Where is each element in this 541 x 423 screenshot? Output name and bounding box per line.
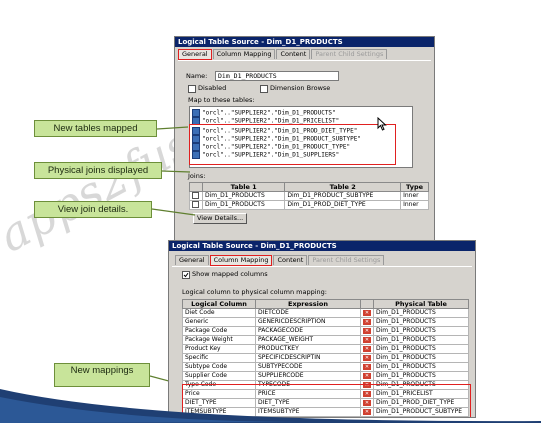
callout-view-join-details: View join details. bbox=[34, 201, 152, 218]
table-row[interactable]: Diet Code DIETCODE ✕ Dim_D1_PRODUCTS bbox=[182, 308, 469, 318]
table-row[interactable]: Specific SPECIFICDESCRIPTIN ✕ Dim_D1_PRODUC… bbox=[182, 353, 469, 363]
physical-table-cell: Dim_D1_PRODUCTS bbox=[373, 326, 469, 336]
callout-new-tables-mapped: New tables mapped bbox=[34, 120, 157, 137]
delete-cell: ✕ bbox=[360, 308, 374, 318]
physical-table-cell: Dim_D1_PRODUCTS bbox=[373, 308, 469, 318]
expression-cell: PACKAGECODE bbox=[255, 326, 361, 336]
logical-column-cell: Subtype Code bbox=[182, 362, 256, 372]
show-mapped-checkbox[interactable] bbox=[182, 271, 190, 279]
mapping-header-row: Logical Column Expression Physical Table bbox=[182, 299, 469, 309]
tab-general[interactable]: General bbox=[175, 255, 209, 265]
expression-cell: PRODUCTKEY bbox=[255, 344, 361, 354]
delete-cell: ✕ bbox=[360, 344, 374, 354]
expression-cell: SUBTYPECODE bbox=[255, 362, 361, 372]
table-row[interactable]: Generic GENERICDESCRIPTION ✕ Dim_D1_PRODUCT… bbox=[182, 317, 469, 327]
logical-column-cell: Supplier Code bbox=[182, 371, 256, 381]
tab-content[interactable]: Content bbox=[273, 255, 308, 265]
mapping-label: Logical column to physical column mappin… bbox=[182, 288, 327, 296]
physical-table-cell: Dim_D1_PRODUCTS bbox=[373, 353, 469, 363]
delete-mapping-icon[interactable]: ✕ bbox=[363, 363, 371, 370]
delete-cell: ✕ bbox=[360, 362, 374, 372]
tab-column-mapping[interactable]: Column Mapping bbox=[209, 255, 273, 266]
mapping-header[interactable]: Physical Table bbox=[373, 299, 469, 309]
delete-cell: ✕ bbox=[360, 317, 374, 327]
decorative-swoosh bbox=[0, 389, 541, 423]
bottom-tab-strip: General Column Mapping Content Parent Ch… bbox=[175, 255, 385, 266]
delete-mapping-icon[interactable]: ✕ bbox=[363, 318, 371, 325]
expression-cell: SUPPLIERCODE bbox=[255, 371, 361, 381]
table-row[interactable]: Subtype Code SUBTYPECODE ✕ Dim_D1_PRODUCTS bbox=[182, 362, 469, 372]
delete-mapping-icon[interactable]: ✕ bbox=[363, 336, 371, 343]
logical-column-cell: Generic bbox=[182, 317, 256, 327]
mapping-header[interactable]: Expression bbox=[255, 299, 361, 309]
expression-cell: DIETCODE bbox=[255, 308, 361, 318]
logical-column-cell: Diet Code bbox=[182, 308, 256, 318]
expression-cell: PACKAGE_WEIGHT bbox=[255, 335, 361, 345]
tab-parent-child-settings[interactable]: Parent Child Settings bbox=[308, 255, 385, 265]
table-row[interactable]: Supplier Code SUPPLIERCODE ✕ Dim_D1_PRODUCT… bbox=[182, 371, 469, 381]
check-icon bbox=[183, 272, 189, 278]
logical-column-cell: Package Weight bbox=[182, 335, 256, 345]
physical-table-cell: Dim_D1_PRODUCTS bbox=[373, 335, 469, 345]
physical-table-cell: Dim_D1_PRODUCTS bbox=[373, 317, 469, 327]
physical-table-cell: Dim_D1_PRODUCTS bbox=[373, 371, 469, 381]
logical-column-cell: Specific bbox=[182, 353, 256, 363]
table-row[interactable]: Product Key PRODUCTKEY ✕ Dim_D1_PRODUCTS bbox=[182, 344, 469, 354]
mapping-header[interactable]: Logical Column bbox=[182, 299, 256, 309]
bottom-window-title: Logical Table Source - Dim_D1_PRODUCTS bbox=[169, 241, 475, 251]
delete-mapping-icon[interactable]: ✕ bbox=[363, 345, 371, 352]
table-row[interactable]: Package Code PACKAGECODE ✕ Dim_D1_PRODUCTS bbox=[182, 326, 469, 336]
logical-column-cell: Package Code bbox=[182, 326, 256, 336]
delete-mapping-icon[interactable]: ✕ bbox=[363, 372, 371, 379]
callout-physical-joins: Physical joins displayed bbox=[34, 162, 162, 179]
delete-mapping-icon[interactable]: ✕ bbox=[363, 327, 371, 334]
expression-cell: SPECIFICDESCRIPTIN bbox=[255, 353, 361, 363]
table-row[interactable]: Package Weight PACKAGE_WEIGHT ✕ Dim_D1_PROD… bbox=[182, 335, 469, 345]
mapping-header-spacer bbox=[360, 299, 374, 309]
delete-cell: ✕ bbox=[360, 371, 374, 381]
delete-cell: ✕ bbox=[360, 326, 374, 336]
delete-cell: ✕ bbox=[360, 353, 374, 363]
expression-cell: GENERICDESCRIPTION bbox=[255, 317, 361, 327]
delete-mapping-icon[interactable]: ✕ bbox=[363, 354, 371, 361]
show-mapped-label: Show mapped columns bbox=[192, 270, 268, 278]
delete-cell: ✕ bbox=[360, 335, 374, 345]
delete-mapping-icon[interactable]: ✕ bbox=[363, 309, 371, 316]
physical-table-cell: Dim_D1_PRODUCTS bbox=[373, 344, 469, 354]
physical-table-cell: Dim_D1_PRODUCTS bbox=[373, 362, 469, 372]
logical-column-cell: Product Key bbox=[182, 344, 256, 354]
